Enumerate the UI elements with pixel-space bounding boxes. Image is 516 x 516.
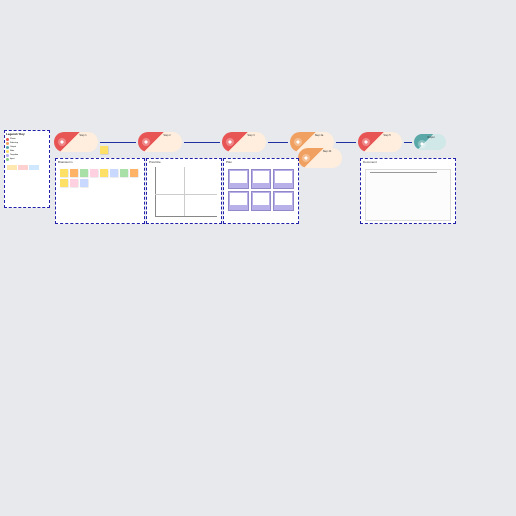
sticky-note[interactable] bbox=[110, 169, 118, 177]
legend-items: Phase Sub-step Output Note Template Inpu… bbox=[5, 137, 49, 163]
panel-title: Document bbox=[361, 159, 455, 165]
sticky-note[interactable] bbox=[90, 169, 98, 177]
legend-item: Phase bbox=[6, 138, 48, 141]
sticky-note[interactable] bbox=[70, 169, 78, 177]
legend-item: Sub-step bbox=[6, 142, 48, 145]
sticky-note[interactable] bbox=[60, 169, 68, 177]
diagram-canvas[interactable]: Legend / Key Phase Sub-step Output Note … bbox=[0, 130, 516, 250]
legend-card bbox=[29, 165, 39, 170]
legend-panel: Legend / Key Phase Sub-step Output Note … bbox=[4, 130, 50, 208]
document-textarea[interactable] bbox=[365, 169, 451, 221]
sticky-note[interactable] bbox=[80, 169, 88, 177]
connector bbox=[268, 142, 288, 143]
legend-card bbox=[7, 165, 17, 170]
matrix-divider-h bbox=[155, 194, 217, 195]
legend-item: Input bbox=[6, 158, 48, 161]
plan-grid bbox=[224, 165, 298, 215]
panel-plan[interactable]: Plan bbox=[223, 158, 299, 224]
panel-prioritize[interactable]: Prioritize bbox=[146, 158, 222, 224]
sticky-note[interactable] bbox=[100, 169, 108, 177]
legend-item: Note bbox=[6, 150, 48, 153]
connector bbox=[100, 142, 136, 143]
matrix-divider-v bbox=[184, 167, 185, 217]
plan-cell[interactable] bbox=[273, 191, 294, 211]
flow-step-5[interactable]: Step 5 bbox=[358, 132, 402, 152]
panel-brainstorm[interactable]: Brainstorm bbox=[55, 158, 145, 224]
priority-matrix bbox=[147, 165, 221, 223]
plan-cell[interactable] bbox=[228, 191, 249, 211]
sticky-note[interactable] bbox=[130, 169, 138, 177]
sticky-note[interactable] bbox=[100, 146, 108, 154]
flow-output[interactable]: Output bbox=[414, 134, 446, 150]
flow-step-1[interactable]: Step 1 bbox=[54, 132, 98, 152]
text-line bbox=[370, 172, 437, 173]
legend-item: Template bbox=[6, 154, 48, 157]
sticky-note[interactable] bbox=[80, 179, 88, 187]
flow-step-4b[interactable]: Step 4b bbox=[298, 148, 342, 168]
sticky-note[interactable] bbox=[60, 179, 68, 187]
sticky-notes-grid bbox=[56, 165, 144, 191]
sticky-note[interactable] bbox=[70, 179, 78, 187]
legend-item: Output bbox=[6, 146, 48, 149]
plan-cell[interactable] bbox=[228, 169, 249, 189]
plan-cell[interactable] bbox=[273, 169, 294, 189]
flow-step-3[interactable]: Step 3 bbox=[222, 132, 266, 152]
process-flow: Step 1 Step 2 Step 3 Step 4a Step 4b Ste… bbox=[54, 132, 446, 152]
sticky-note[interactable] bbox=[120, 169, 128, 177]
connector bbox=[184, 142, 220, 143]
plan-cell[interactable] bbox=[251, 169, 272, 189]
legend-cards bbox=[5, 163, 49, 172]
connector bbox=[336, 142, 356, 143]
plan-cell[interactable] bbox=[251, 191, 272, 211]
connector bbox=[404, 142, 412, 143]
flow-step-2[interactable]: Step 2 bbox=[138, 132, 182, 152]
legend-card bbox=[18, 165, 28, 170]
panel-document[interactable]: Document bbox=[360, 158, 456, 224]
